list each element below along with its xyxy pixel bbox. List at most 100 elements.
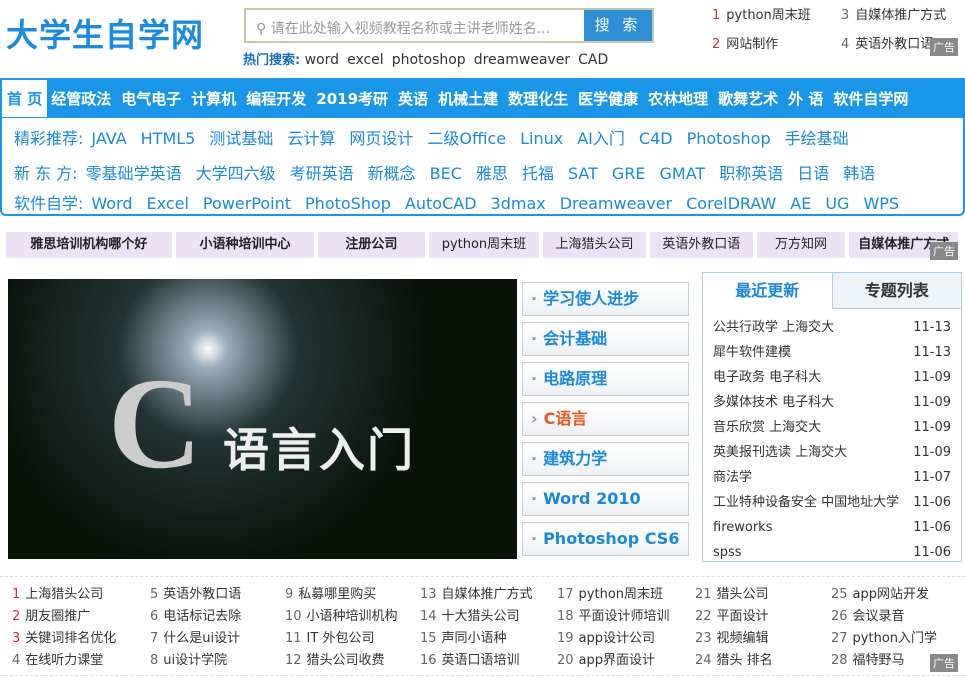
row-link[interactable]: 零基础学英语: [86, 164, 182, 183]
row-link[interactable]: 手绘基础: [785, 129, 849, 148]
update-title[interactable]: 电子政务 电子科大: [713, 365, 908, 390]
row-link[interactable]: BEC: [430, 164, 462, 183]
update-title[interactable]: 多媒体技术 电子科大: [713, 390, 908, 415]
bottom-link[interactable]: 26 会议录音: [831, 606, 937, 628]
ad-bar-link[interactable]: 雅思培训机构哪个好: [6, 232, 172, 258]
course-menu-item[interactable]: › C语言: [522, 402, 689, 436]
row-link[interactable]: AutoCAD: [405, 194, 477, 213]
bottom-link[interactable]: 16 英语口语培训: [420, 650, 533, 672]
bottom-link[interactable]: 24 猎头 排名: [695, 650, 773, 672]
bottom-link[interactable]: 4 在线听力课堂: [12, 650, 116, 672]
row-link[interactable]: PowerPoint: [203, 194, 291, 213]
update-item[interactable]: 商法学 11-07: [713, 465, 951, 490]
course-menu-item[interactable]: · 会计基础: [522, 322, 689, 356]
bottom-link[interactable]: 19 app设计公司: [557, 628, 670, 650]
row-link[interactable]: CorelDRAW: [686, 194, 776, 213]
course-menu-item[interactable]: · 电路原理: [522, 362, 689, 396]
nav-item[interactable]: 编程开发: [246, 88, 306, 109]
update-title[interactable]: 犀牛软件建模: [713, 340, 908, 365]
row-link[interactable]: 日语: [797, 164, 829, 183]
ad-link[interactable]: 1 python周末班: [712, 4, 811, 23]
row-link[interactable]: JAVA: [91, 129, 126, 148]
row-link[interactable]: PhotoShop: [305, 194, 391, 213]
row-link[interactable]: 考研英语: [290, 164, 354, 183]
site-logo[interactable]: 大学生自学网: [6, 10, 204, 56]
row-link[interactable]: AE: [790, 194, 811, 213]
nav-item[interactable]: 2019考研: [316, 88, 388, 109]
hot-link[interactable]: photoshop: [392, 52, 466, 68]
row-link[interactable]: Dreamweaver: [560, 194, 672, 213]
update-item[interactable]: 英美报刊选读 上海交大 11-09: [713, 440, 951, 465]
nav-item[interactable]: 外 语: [788, 88, 823, 109]
nav-item[interactable]: 医学健康: [578, 88, 638, 109]
row-link[interactable]: Word: [91, 194, 132, 213]
tab-topics[interactable]: 专题列表: [832, 273, 961, 309]
course-menu-item[interactable]: · 学习使人进步: [522, 282, 689, 316]
nav-item[interactable]: 首 页: [2, 79, 48, 117]
course-menu-item[interactable]: · 建筑力学: [522, 442, 689, 476]
bottom-link[interactable]: 17 python周末班: [557, 584, 670, 606]
hot-link[interactable]: dreamweaver: [474, 52, 570, 68]
hot-link[interactable]: CAD: [578, 52, 608, 68]
row-link[interactable]: 托福: [522, 164, 554, 183]
nav-item[interactable]: 农林地理: [648, 88, 708, 109]
hot-link[interactable]: word: [305, 52, 339, 68]
bottom-link[interactable]: 5 英语外教口语: [150, 584, 241, 606]
update-item[interactable]: 犀牛软件建模 11-13: [713, 340, 951, 365]
update-item[interactable]: 多媒体技术 电子科大 11-09: [713, 390, 951, 415]
banner-image[interactable]: C 语言入门: [8, 279, 517, 559]
update-title[interactable]: 英美报刊选读 上海交大: [713, 440, 908, 465]
bottom-link[interactable]: 6 电话标记去除: [150, 606, 241, 628]
row-link[interactable]: 二级Office: [427, 129, 506, 148]
nav-item[interactable]: 经管政法: [51, 88, 111, 109]
search-button[interactable]: 搜 索: [584, 10, 652, 41]
bottom-link[interactable]: 27 python入门学: [831, 628, 937, 650]
update-item[interactable]: 电子政务 电子科大 11-09: [713, 365, 951, 390]
bottom-link[interactable]: 22 平面设计: [695, 606, 773, 628]
bottom-link[interactable]: 12 猎头公司收费: [285, 650, 398, 672]
bottom-link[interactable]: 25 app网站开发: [831, 584, 937, 606]
row-link[interactable]: GRE: [612, 164, 646, 183]
bottom-link[interactable]: 14 十大猎头公司: [420, 606, 533, 628]
row-link[interactable]: Linux: [520, 129, 563, 148]
update-item[interactable]: spss 11-06: [713, 540, 951, 565]
update-title[interactable]: fireworks: [713, 515, 908, 540]
bottom-link[interactable]: 20 app界面设计: [557, 650, 670, 672]
ad-bar-link[interactable]: 上海猎头公司: [543, 232, 646, 258]
update-title[interactable]: spss: [713, 540, 908, 565]
update-title[interactable]: 公共行政学 上海交大: [713, 315, 908, 340]
bottom-link[interactable]: 28 福特野马: [831, 650, 937, 672]
ad-link[interactable]: 3 自媒体推广方式: [841, 4, 946, 23]
bottom-link[interactable]: 23 视频编辑: [695, 628, 773, 650]
row-link[interactable]: HTML5: [141, 129, 196, 148]
ad-bar-link[interactable]: 注册公司: [318, 232, 425, 258]
bottom-link[interactable]: 11 IT 外包公司: [285, 628, 398, 650]
row-link[interactable]: 大学四六级: [196, 164, 276, 183]
row-link[interactable]: 测试基础: [209, 129, 273, 148]
row-link[interactable]: 雅思: [476, 164, 508, 183]
bottom-link[interactable]: 2 朋友圈推广: [12, 606, 116, 628]
bottom-link[interactable]: 13 自媒体推广方式: [420, 584, 533, 606]
ad-link[interactable]: 4 英语外教口语: [841, 33, 933, 52]
ad-link[interactable]: 2 网站制作: [712, 33, 778, 52]
bottom-link[interactable]: 10 小语种培训机构: [285, 606, 398, 628]
row-link[interactable]: WPS: [863, 194, 899, 213]
row-link[interactable]: 网页设计: [349, 129, 413, 148]
ad-bar-link[interactable]: 小语种培训中心: [175, 232, 315, 258]
nav-item[interactable]: 电气电子: [121, 88, 181, 109]
row-link[interactable]: GMAT: [660, 164, 706, 183]
update-title[interactable]: 商法学: [713, 465, 908, 490]
hot-link[interactable]: excel: [347, 52, 384, 68]
bottom-link[interactable]: 9 私募哪里购买: [285, 584, 398, 606]
nav-item[interactable]: 歌舞艺术: [718, 88, 778, 109]
update-item[interactable]: 工业特种设备安全 中国地址大学（北 11-06: [713, 490, 951, 515]
nav-item[interactable]: 英语: [398, 88, 428, 109]
bottom-link[interactable]: 8 ui设计学院: [150, 650, 241, 672]
update-item[interactable]: fireworks 11-06: [713, 515, 951, 540]
course-menu-item[interactable]: · Word 2010: [522, 482, 689, 516]
row-link[interactable]: 云计算: [287, 129, 335, 148]
row-link[interactable]: SAT: [568, 164, 598, 183]
update-item[interactable]: 音乐欣赏 上海交大 11-09: [713, 415, 951, 440]
search-input[interactable]: ⚲ 请在此处输入视频教程名称或主讲老师姓名...: [246, 10, 584, 41]
bottom-link[interactable]: 3 关键词排名优化: [12, 628, 116, 650]
